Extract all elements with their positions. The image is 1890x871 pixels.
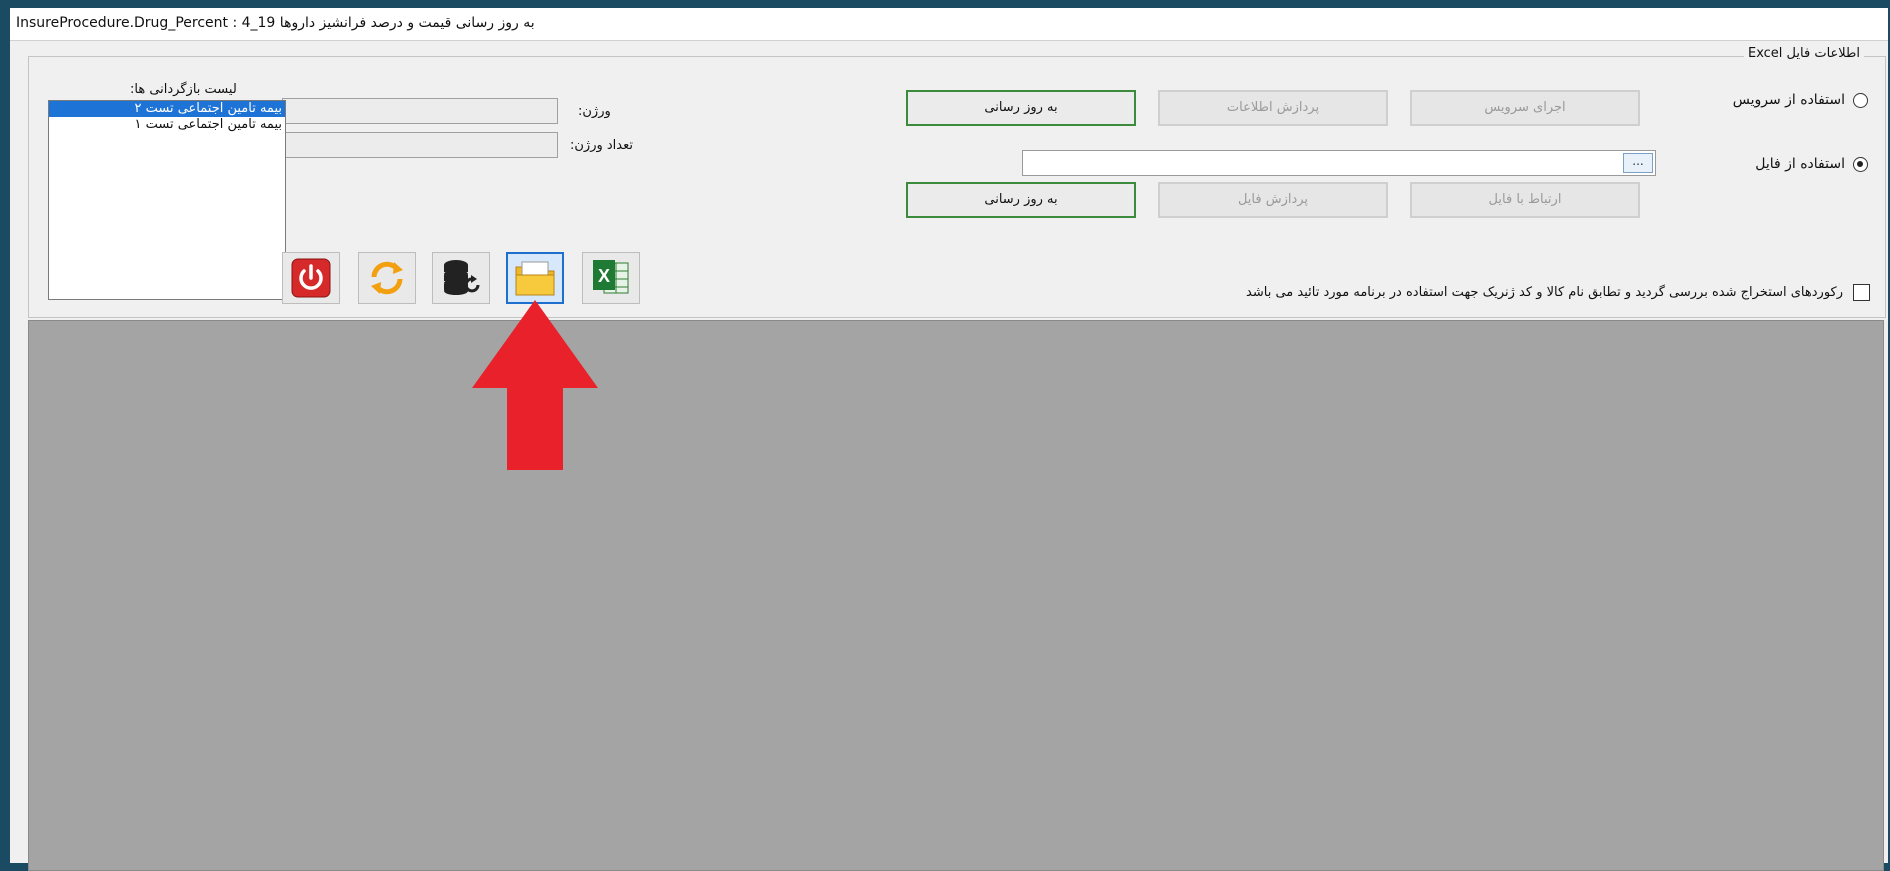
radio-use-service[interactable]: استفاده از سرویس xyxy=(1733,92,1868,108)
data-grid-area[interactable] xyxy=(28,320,1884,871)
database-restore-icon xyxy=(444,260,480,295)
restore-database-button[interactable] xyxy=(432,252,490,304)
radio-use-file-circle[interactable] xyxy=(1853,156,1868,172)
version-label: ورژن: xyxy=(578,104,611,119)
open-folder-icon xyxy=(515,261,555,296)
radio-use-service-circle[interactable] xyxy=(1853,92,1868,108)
radio-use-file-label: استفاده از فایل xyxy=(1755,156,1845,172)
window-title: InsureProcedure.Drug_Percent : 4_19 به ر… xyxy=(16,15,535,31)
confirm-records-label: رکوردهای استخراج شده بررسی گردید و تطابق… xyxy=(1246,285,1843,300)
open-folder-button[interactable] xyxy=(506,252,564,304)
excel-icon: X xyxy=(593,260,629,294)
connect-file-button[interactable]: ارتباط با فایل xyxy=(1410,182,1640,218)
excel-export-button[interactable]: X xyxy=(582,252,640,304)
process-file-button[interactable]: پردازش فایل xyxy=(1158,182,1388,218)
file-update-button[interactable]: به روز رسانی xyxy=(906,182,1136,218)
list-item[interactable]: بیمه تامین اجتماعی تست ۱ xyxy=(49,117,285,133)
radio-use-service-label: استفاده از سرویس xyxy=(1732,92,1845,108)
process-data-button[interactable]: پردازش اطلاعات xyxy=(1158,90,1388,126)
file-path-input[interactable] xyxy=(1022,150,1656,176)
annotation-arrow-icon xyxy=(472,300,598,470)
run-service-button[interactable]: اجرای سرویس xyxy=(1410,90,1640,126)
confirm-records-checkbox[interactable] xyxy=(1853,284,1870,301)
restore-list-title: لیست بازگردانی ها: xyxy=(130,82,237,97)
radio-use-file[interactable]: استفاده از فایل xyxy=(1755,156,1868,172)
exit-button[interactable] xyxy=(282,252,340,304)
svg-text:X: X xyxy=(598,266,610,286)
main-window: InsureProcedure.Drug_Percent : 4_19 به ر… xyxy=(10,8,1888,871)
service-update-button[interactable]: به روز رسانی xyxy=(906,90,1136,126)
version-count-field[interactable] xyxy=(282,132,558,158)
version-count-label: تعداد ورژن: xyxy=(570,138,634,153)
list-item[interactable]: بیمه تامین اجتماعی تست ۲ xyxy=(49,101,285,117)
power-icon xyxy=(291,258,331,298)
confirm-records-checkbox-row[interactable]: رکوردهای استخراج شده بررسی گردید و تطابق… xyxy=(1246,284,1870,301)
excel-info-legend: اطلاعات فایل Excel xyxy=(1743,46,1864,61)
refresh-icon xyxy=(371,261,403,295)
restore-listbox[interactable]: بیمه تامین اجتماعی تست ۲ بیمه تامین اجتم… xyxy=(48,100,286,300)
version-field[interactable] xyxy=(282,98,558,124)
browse-file-button[interactable]: ... xyxy=(1623,153,1653,173)
title-bar: InsureProcedure.Drug_Percent : 4_19 به ر… xyxy=(10,8,1888,41)
refresh-button[interactable] xyxy=(358,252,416,304)
